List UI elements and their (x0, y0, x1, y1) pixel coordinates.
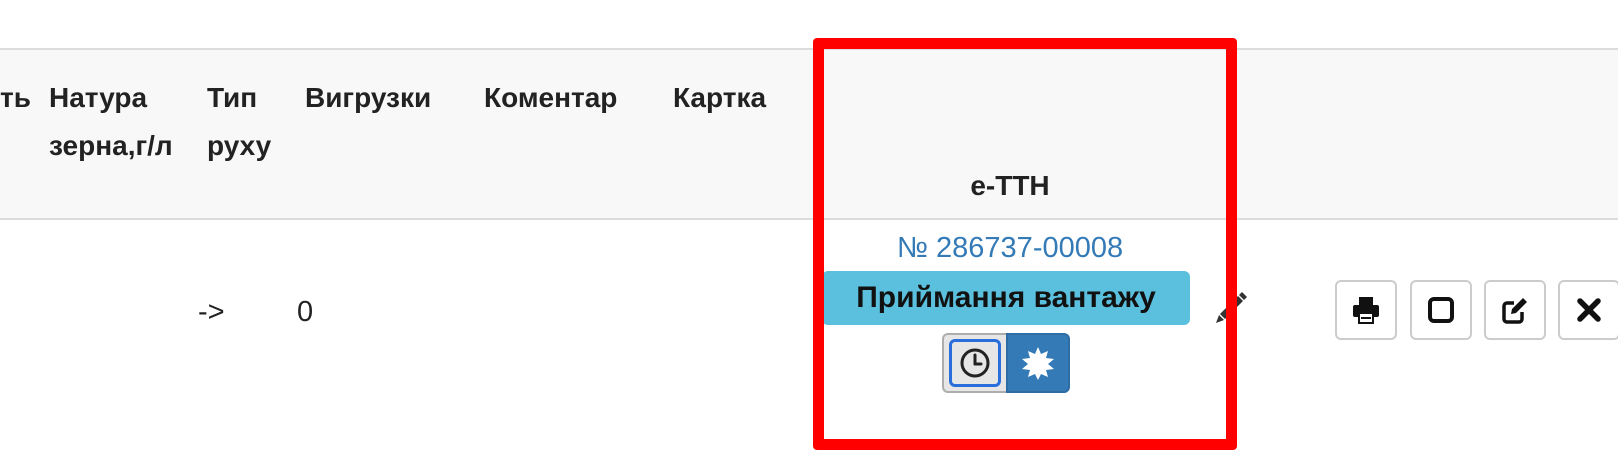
column-header-typ: Тип руху (207, 82, 272, 161)
column-header-ettn: е-ТТН (970, 170, 1050, 201)
unloads-count-cell: 0 (297, 296, 314, 328)
clock-icon (960, 348, 990, 378)
column-header-vygruzky: Вигрузки (305, 82, 432, 113)
square-icon (1428, 297, 1454, 323)
table-header: ть Натура зерна,г/л Тип руху Вигрузки Ко… (0, 48, 1618, 220)
column-header-komentar: Коментар (484, 82, 618, 113)
column-header-partial: ть (0, 82, 31, 113)
certificate-button[interactable] (1006, 333, 1070, 393)
print-button[interactable] (1335, 280, 1397, 340)
ettn-number-link[interactable]: № 286737-00008 (810, 232, 1210, 265)
movement-type-cell: -> (198, 296, 225, 328)
toggle-button[interactable] (1410, 280, 1472, 340)
delete-button[interactable] (1558, 280, 1618, 340)
edit-icon (1502, 298, 1527, 324)
ettn-status-label: Приймання вантажу (822, 271, 1190, 325)
print-icon (1353, 297, 1379, 324)
certificate-icon (1022, 347, 1054, 380)
history-button[interactable] (942, 333, 1006, 393)
edit-button[interactable] (1484, 280, 1546, 340)
column-header-natura: Натура зерна,г/л (49, 82, 173, 161)
close-icon (1577, 298, 1601, 322)
pencil-icon[interactable] (1212, 288, 1250, 331)
column-header-kartka: Картка (673, 82, 767, 113)
